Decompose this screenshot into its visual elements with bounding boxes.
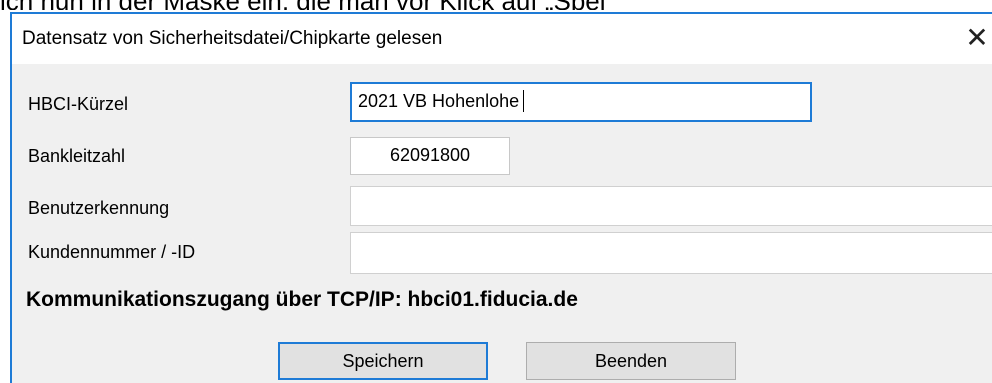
text-cursor — [523, 90, 525, 112]
title-bar: Datensatz von Sicherheitsdatei/Chipkarte… — [12, 14, 992, 64]
save-button[interactable]: Speichern — [278, 342, 488, 380]
benutzerkennung-label: Benutzerkennung — [28, 198, 170, 218]
hbci-value: 2021 VB Hohenlohe — [358, 91, 520, 111]
kundennummer-input[interactable] — [350, 232, 992, 274]
benutzerkennung-input[interactable] — [350, 186, 992, 226]
connection-info: Kommunikationszugang über TCP/IP: hbci01… — [26, 288, 578, 311]
close-icon[interactable]: ✕ — [962, 24, 992, 54]
background-document-text: ich nun in der Maske ein, die man vor Kl… — [0, 0, 992, 10]
screen: ich nun in der Maske ein, die man vor Kl… — [0, 0, 992, 383]
kundennummer-label: Kundennummer / -ID — [28, 242, 196, 262]
hbci-label: HBCI-Kürzel — [28, 94, 129, 114]
exit-button[interactable]: Beenden — [526, 342, 736, 380]
blz-label: Bankleitzahl — [28, 146, 126, 166]
hbci-input[interactable]: 2021 VB Hohenlohe — [350, 82, 812, 122]
dialog-window: Datensatz von Sicherheitsdatei/Chipkarte… — [10, 12, 992, 383]
dialog-title: Datensatz von Sicherheitsdatei/Chipkarte… — [22, 28, 443, 49]
blz-field: 62091800 — [350, 137, 510, 175]
